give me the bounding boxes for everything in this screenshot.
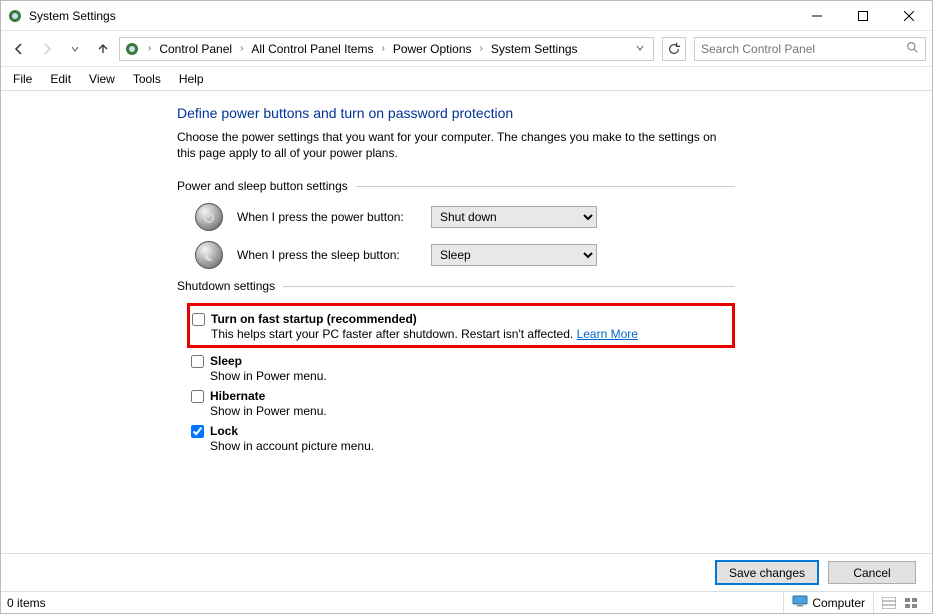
search-icon[interactable] [906,41,919,57]
lock-item: Lock Show in account picture menu. [191,424,735,453]
hibernate-checkbox[interactable] [191,390,204,403]
power-button-row: When I press the power button: Shut down [195,203,735,231]
fast-startup-desc: This helps start your PC faster after sh… [211,327,573,341]
sleep-title: Sleep [210,354,242,368]
icons-view-icon[interactable] [904,597,918,609]
forward-button[interactable] [35,37,59,61]
recent-dropdown[interactable] [63,37,87,61]
breadcrumb-item[interactable]: Power Options [389,42,476,56]
page-description: Choose the power settings that you want … [177,129,735,161]
menu-tools[interactable]: Tools [125,70,169,88]
menubar: File Edit View Tools Help [1,67,932,91]
sleep-button-row: When I press the sleep button: Sleep [195,241,735,269]
refresh-button[interactable] [662,37,686,61]
minimize-button[interactable] [794,1,840,31]
chevron-right-icon: › [238,43,245,54]
breadcrumb-item[interactable]: All Control Panel Items [247,42,377,56]
menu-file[interactable]: File [5,70,40,88]
sleep-icon [195,241,223,269]
breadcrumb-item[interactable]: Control Panel [155,42,236,56]
lock-checkbox[interactable] [191,425,204,438]
hibernate-desc: Show in Power menu. [210,404,735,418]
menu-view[interactable]: View [81,70,123,88]
chevron-right-icon: › [478,43,485,54]
power-icon [195,203,223,231]
lock-title: Lock [210,424,238,438]
chevron-right-icon: › [146,43,153,54]
section-power-heading: Power and sleep button settings [177,179,735,193]
status-items: 0 items [7,596,46,610]
up-button[interactable] [91,37,115,61]
maximize-button[interactable] [840,1,886,31]
search-input[interactable] [701,42,906,56]
section-shutdown-heading: Shutdown settings [177,279,735,293]
close-button[interactable] [886,1,932,31]
navbar: › Control Panel › All Control Panel Item… [1,31,932,67]
search-box[interactable] [694,37,926,61]
sleep-desc: Show in Power menu. [210,369,735,383]
learn-more-link[interactable]: Learn More [577,327,638,341]
power-button-label: When I press the power button: [237,210,417,224]
sleep-checkbox[interactable] [191,355,204,368]
fast-startup-title: Turn on fast startup (recommended) [211,312,417,326]
page-heading: Define power buttons and turn on passwor… [177,105,735,121]
save-button[interactable]: Save changes [716,561,818,584]
window-title: System Settings [29,9,116,23]
details-view-icon[interactable] [882,597,896,609]
statusbar: 0 items Computer [1,591,932,613]
cancel-button[interactable]: Cancel [828,561,916,584]
monitor-icon [792,595,808,610]
shutdown-settings-list: Turn on fast startup (recommended) This … [177,303,735,453]
control-panel-icon [124,41,140,57]
chevron-right-icon: › [379,43,386,54]
power-button-select[interactable]: Shut down [431,206,597,228]
content-area: Define power buttons and turn on passwor… [1,91,932,553]
sleep-button-select[interactable]: Sleep [431,244,597,266]
sleep-item: Sleep Show in Power menu. [191,354,735,383]
back-button[interactable] [7,37,31,61]
breadcrumb-item[interactable]: System Settings [487,42,582,56]
lock-desc: Show in account picture menu. [210,439,735,453]
menu-edit[interactable]: Edit [42,70,79,88]
titlebar: System Settings [1,1,932,31]
sleep-button-label: When I press the sleep button: [237,248,417,262]
hibernate-item: Hibernate Show in Power menu. [191,389,735,418]
menu-help[interactable]: Help [171,70,212,88]
chevron-down-icon[interactable] [629,42,651,56]
status-view-icons[interactable] [873,592,926,613]
breadcrumb[interactable]: › Control Panel › All Control Panel Item… [119,37,654,61]
fast-startup-checkbox[interactable] [192,313,205,326]
status-computer: Computer [783,592,873,613]
app-icon [7,8,23,24]
footer-buttons: Save changes Cancel [1,553,932,591]
hibernate-title: Hibernate [210,389,265,403]
fast-startup-item: Turn on fast startup (recommended) This … [187,303,735,348]
